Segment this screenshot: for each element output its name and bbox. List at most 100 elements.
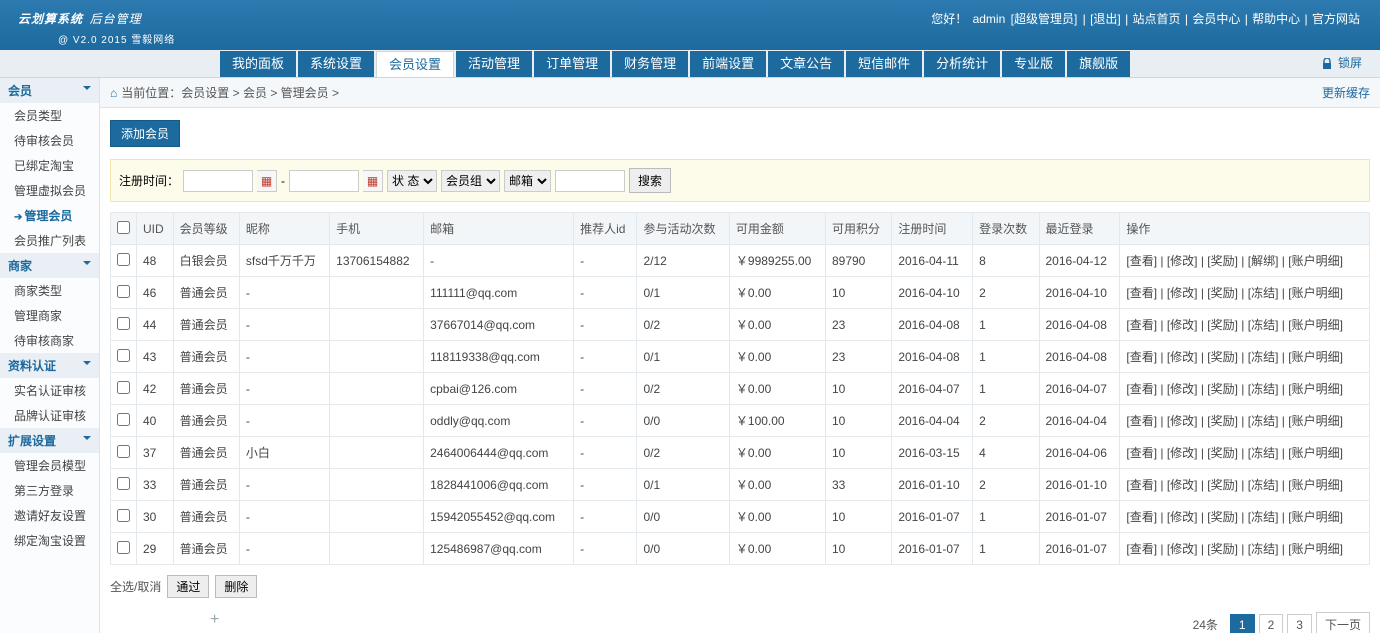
row-action[interactable]: [账户明细]: [1288, 286, 1343, 300]
row-action[interactable]: [查看]: [1126, 254, 1157, 268]
sidebar-heading[interactable]: 会员: [0, 78, 99, 103]
row-action[interactable]: [修改]: [1167, 478, 1198, 492]
row-action[interactable]: [修改]: [1167, 254, 1198, 268]
nav-item[interactable]: 活动管理: [456, 51, 532, 77]
calendar-icon[interactable]: ▦: [363, 170, 383, 192]
row-action[interactable]: [查看]: [1126, 478, 1157, 492]
row-action[interactable]: [冻结]: [1248, 414, 1279, 428]
page-number[interactable]: 3: [1287, 614, 1312, 633]
row-action[interactable]: [修改]: [1167, 414, 1198, 428]
keyword-input[interactable]: [555, 170, 625, 192]
calendar-icon[interactable]: ▦: [257, 170, 277, 192]
page-next[interactable]: 下一页: [1316, 612, 1370, 633]
row-action[interactable]: [奖励]: [1207, 510, 1238, 524]
row-action[interactable]: [查看]: [1126, 382, 1157, 396]
row-action[interactable]: [奖励]: [1207, 350, 1238, 364]
sidebar-item[interactable]: 管理会员模型: [0, 453, 99, 478]
row-action[interactable]: [账户明细]: [1288, 510, 1343, 524]
page-number[interactable]: 2: [1259, 614, 1284, 633]
row-action[interactable]: [冻结]: [1248, 446, 1279, 460]
row-action[interactable]: [修改]: [1167, 382, 1198, 396]
group-select[interactable]: 会员组: [441, 170, 500, 192]
row-action[interactable]: [冻结]: [1248, 286, 1279, 300]
sidebar-item[interactable]: 品牌认证审核: [0, 403, 99, 428]
row-action[interactable]: [账户明细]: [1288, 414, 1343, 428]
row-action[interactable]: [查看]: [1126, 286, 1157, 300]
search-button[interactable]: 搜索: [629, 168, 671, 193]
sidebar-item[interactable]: 商家类型: [0, 278, 99, 303]
row-action[interactable]: [冻结]: [1248, 382, 1279, 396]
row-action[interactable]: [冻结]: [1248, 318, 1279, 332]
sidebar-item[interactable]: 管理商家: [0, 303, 99, 328]
reg-date-from[interactable]: [183, 170, 253, 192]
nav-item[interactable]: 文章公告: [768, 51, 844, 77]
sidebar-heading[interactable]: 商家: [0, 253, 99, 278]
row-action[interactable]: [账户明细]: [1288, 542, 1343, 556]
row-action[interactable]: [查看]: [1126, 350, 1157, 364]
nav-item[interactable]: 旗舰版: [1067, 51, 1130, 77]
top-link[interactable]: 站点首页: [1133, 12, 1181, 26]
add-tab-icon[interactable]: +: [210, 611, 219, 629]
row-action[interactable]: [冻结]: [1248, 478, 1279, 492]
sidebar-item[interactable]: 绑定淘宝设置: [0, 528, 99, 553]
top-link[interactable]: 帮助中心: [1252, 12, 1300, 26]
nav-item[interactable]: 订单管理: [534, 51, 610, 77]
crumb-part[interactable]: 会员设置: [181, 86, 229, 100]
nav-item[interactable]: 分析统计: [924, 51, 1000, 77]
row-checkbox[interactable]: [117, 541, 130, 554]
nav-item[interactable]: 会员设置: [376, 51, 454, 77]
row-action[interactable]: [奖励]: [1207, 446, 1238, 460]
row-action[interactable]: [查看]: [1126, 446, 1157, 460]
select-all-checkbox[interactable]: [117, 221, 130, 234]
mail-select[interactable]: 邮箱: [504, 170, 551, 192]
row-action[interactable]: [查看]: [1126, 510, 1157, 524]
sidebar-item[interactable]: 待审核会员: [0, 128, 99, 153]
page-number[interactable]: 1: [1230, 614, 1255, 633]
row-checkbox[interactable]: [117, 445, 130, 458]
row-action[interactable]: [账户明细]: [1288, 382, 1343, 396]
row-action[interactable]: [查看]: [1126, 542, 1157, 556]
row-action[interactable]: [奖励]: [1207, 286, 1238, 300]
row-action[interactable]: [冻结]: [1248, 350, 1279, 364]
row-action[interactable]: [奖励]: [1207, 382, 1238, 396]
top-link[interactable]: [退出]: [1090, 12, 1121, 26]
row-action[interactable]: [账户明细]: [1288, 350, 1343, 364]
row-checkbox[interactable]: [117, 413, 130, 426]
add-member-button[interactable]: 添加会员: [110, 120, 180, 147]
sidebar-item[interactable]: 管理会员: [0, 203, 99, 228]
row-action[interactable]: [账户明细]: [1288, 478, 1343, 492]
sidebar-heading[interactable]: 扩展设置: [0, 428, 99, 453]
row-action[interactable]: [奖励]: [1207, 542, 1238, 556]
row-action[interactable]: [解绑]: [1248, 254, 1279, 268]
row-action[interactable]: [修改]: [1167, 318, 1198, 332]
row-checkbox[interactable]: [117, 317, 130, 330]
lock-screen[interactable]: 锁屏: [1321, 54, 1362, 71]
row-action[interactable]: [查看]: [1126, 318, 1157, 332]
top-link[interactable]: 官方网站: [1312, 12, 1360, 26]
crumb-part[interactable]: 管理会员: [281, 86, 329, 100]
row-checkbox[interactable]: [117, 381, 130, 394]
row-action[interactable]: [账户明细]: [1288, 254, 1343, 268]
nav-item[interactable]: 专业版: [1002, 51, 1065, 77]
top-link[interactable]: 会员中心: [1192, 12, 1240, 26]
row-action[interactable]: [奖励]: [1207, 478, 1238, 492]
row-action[interactable]: [冻结]: [1248, 510, 1279, 524]
row-checkbox[interactable]: [117, 349, 130, 362]
row-action[interactable]: [账户明细]: [1288, 318, 1343, 332]
row-action[interactable]: [奖励]: [1207, 254, 1238, 268]
row-checkbox[interactable]: [117, 285, 130, 298]
refresh-cache[interactable]: 更新缓存: [1322, 84, 1370, 101]
row-checkbox[interactable]: [117, 509, 130, 522]
status-select[interactable]: 状 态: [387, 170, 437, 192]
select-all[interactable]: 全选/取消: [110, 578, 161, 595]
nav-item[interactable]: 短信邮件: [846, 51, 922, 77]
sidebar-item[interactable]: 邀请好友设置: [0, 503, 99, 528]
row-checkbox[interactable]: [117, 253, 130, 266]
reg-date-to[interactable]: [289, 170, 359, 192]
crumb-part[interactable]: 会员: [243, 86, 267, 100]
row-action[interactable]: [账户明细]: [1288, 446, 1343, 460]
sidebar-item[interactable]: 待审核商家: [0, 328, 99, 353]
row-action[interactable]: [修改]: [1167, 350, 1198, 364]
row-action[interactable]: [修改]: [1167, 446, 1198, 460]
sidebar-item[interactable]: 实名认证审核: [0, 378, 99, 403]
